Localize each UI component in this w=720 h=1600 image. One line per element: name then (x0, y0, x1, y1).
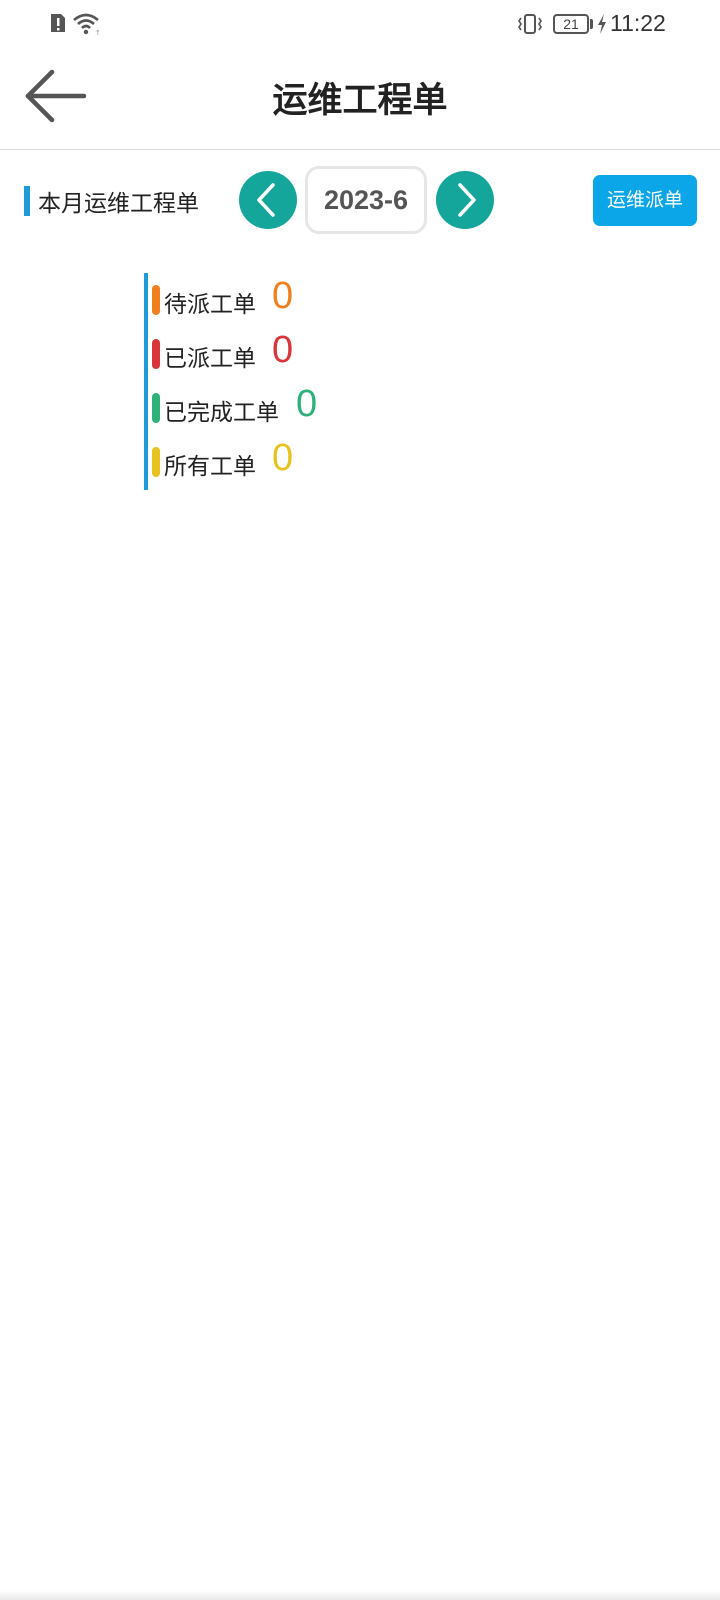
bottom-edge (0, 1590, 720, 1600)
vibrate-icon (518, 14, 542, 34)
battery-icon: 21 (553, 14, 589, 34)
status-dot (152, 393, 160, 423)
battery-tip (590, 19, 593, 29)
app-header: 运维工程单 (0, 48, 720, 150)
status-dot (152, 339, 160, 369)
stat-count: 0 (296, 383, 318, 425)
stat-row-pending[interactable]: 待派工单 0 (148, 273, 448, 327)
section-accent-bar (24, 186, 30, 216)
stat-count: 0 (272, 275, 294, 317)
stat-row-completed[interactable]: 已完成工单 0 (148, 381, 448, 435)
clock: 11:22 (610, 10, 666, 36)
screen: ↑↓ 21 11:22 运维工程单 本月运维工程单 (0, 0, 720, 1600)
page-title: 运维工程单 (272, 81, 448, 121)
chevron-right-icon (458, 183, 476, 217)
stat-label: 所有工单 (164, 454, 256, 480)
current-month-display[interactable]: 2023-6 (305, 166, 427, 234)
stat-count: 0 (272, 437, 294, 479)
stat-label: 待派工单 (164, 292, 256, 318)
month-section-label: 本月运维工程单 (38, 191, 199, 217)
work-order-stats: 待派工单 0 已派工单 0 已完成工单 0 所有工单 0 (144, 273, 448, 490)
dispatch-button[interactable]: 运维派单 (593, 175, 697, 226)
status-bar: ↑↓ 21 11:22 (0, 0, 720, 48)
stat-label: 已完成工单 (164, 400, 279, 426)
next-month-button[interactable] (436, 171, 494, 229)
stat-row-dispatched[interactable]: 已派工单 0 (148, 327, 448, 381)
stat-row-all[interactable]: 所有工单 0 (148, 435, 448, 489)
status-dot (152, 447, 160, 477)
wifi-icon: ↑↓ (73, 13, 102, 36)
svg-text:↑↓: ↑↓ (95, 29, 102, 36)
status-dot (152, 285, 160, 315)
month-bar: 本月运维工程单 2023-6 运维派单 (0, 150, 720, 250)
stat-label: 已派工单 (164, 346, 256, 372)
charging-icon (598, 14, 606, 34)
stat-count: 0 (272, 329, 294, 371)
sim-alert-icon (51, 14, 65, 32)
prev-month-button[interactable] (239, 171, 297, 229)
chevron-left-icon (257, 183, 275, 217)
